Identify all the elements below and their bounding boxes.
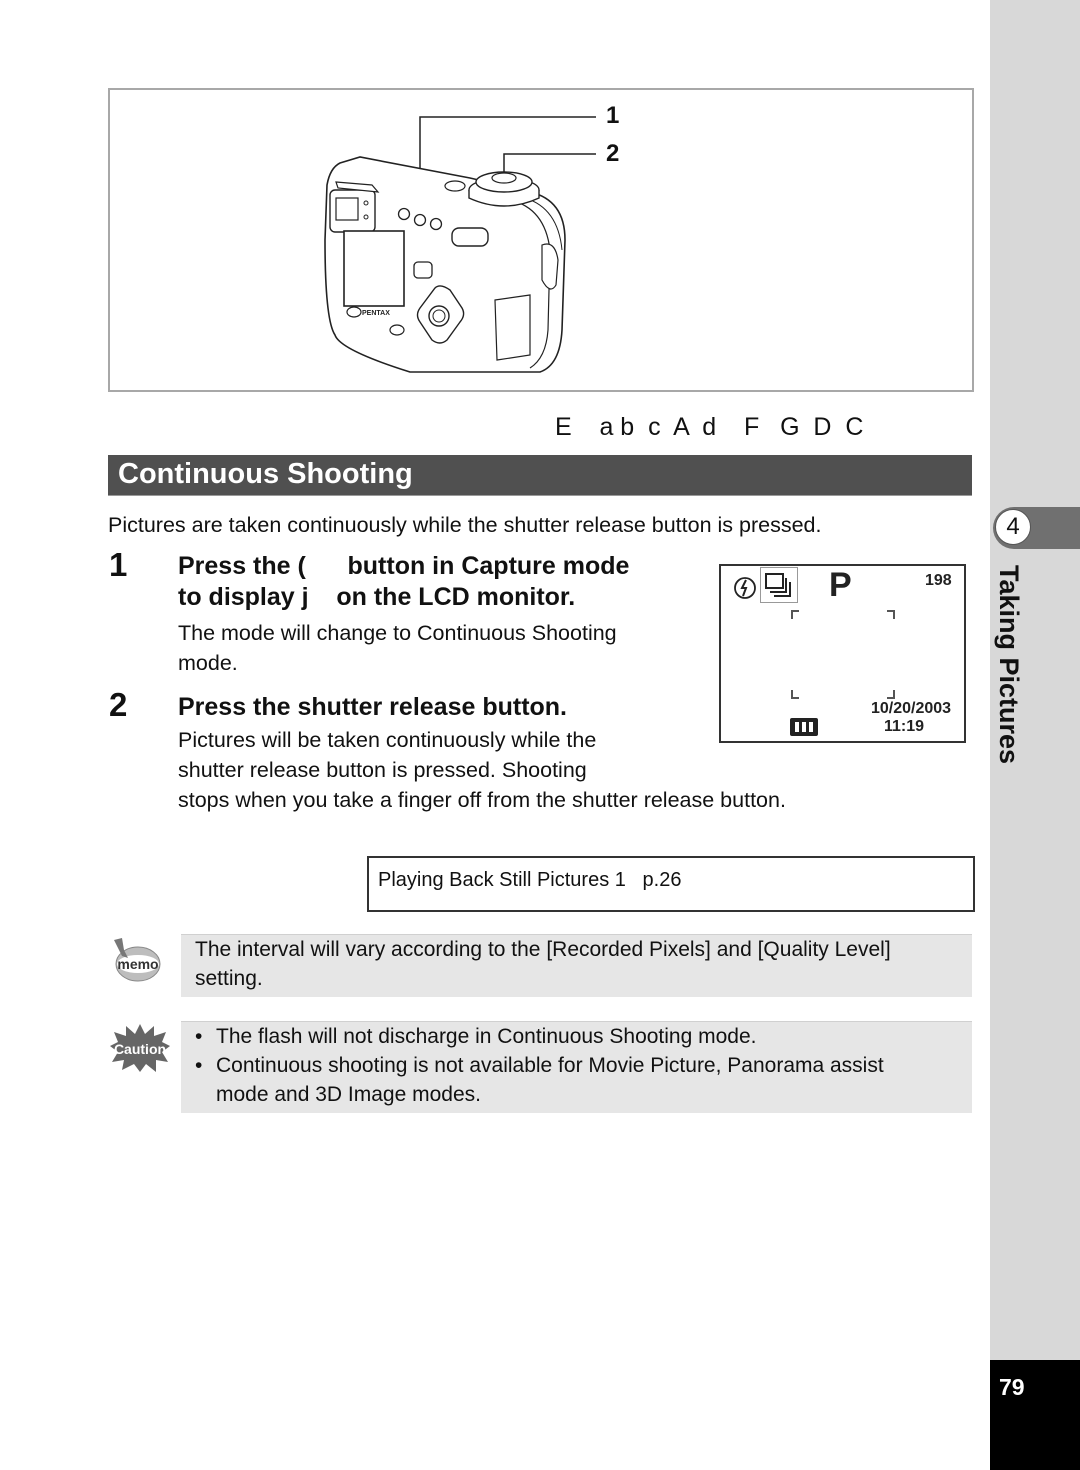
chapter-number-badge: 4 (995, 509, 1031, 545)
memo-line: The interval will vary according to the … (195, 938, 891, 961)
memo-icon: memo (108, 936, 166, 986)
chapter-title-vertical: Taking Pictures (990, 565, 1030, 785)
continuous-shooting-icon (760, 567, 798, 603)
step-1-heading-line-1: Press the ( button in Capture mode (178, 552, 630, 580)
callout-2: 2 (606, 140, 620, 167)
focus-frame-corner (791, 690, 799, 699)
bullet: • (195, 1054, 203, 1077)
step-1-heading: Press the ( button in Capture mode to di… (178, 551, 629, 613)
caution-item: • (195, 1051, 202, 1080)
lcd-monitor-display: P 198 10/20/2003 11:19 (719, 564, 966, 743)
battery-full-icon (790, 718, 818, 736)
focus-frame-corner (887, 610, 895, 619)
page-number-box: 79 (990, 1360, 1080, 1470)
chapter-title: Taking Pictures (994, 565, 1024, 765)
section-title-bar: Continuous Shooting (108, 455, 972, 496)
step-2-body-line: shutter release button is pressed. Shoot… (178, 758, 587, 782)
caution-item-line: Continuous shooting is not available for… (216, 1054, 884, 1077)
camera-illustration: PENTAX 1 2 (108, 88, 974, 392)
chapter-number: 4 (1006, 513, 1020, 540)
reference-box: Playing Back Still Pictures 1 p.26 (367, 856, 975, 912)
focus-frame-corner (887, 690, 895, 699)
focus-frame-corner (791, 610, 799, 619)
reference-link[interactable]: Playing Back Still Pictures 1 p.26 (378, 869, 681, 892)
intro-text: Pictures are taken continuously while th… (108, 513, 822, 537)
glyph-key-line: E a b c A d F G D C (555, 413, 864, 441)
brand-logo: PENTAX (362, 310, 390, 317)
callout-1: 1 (606, 102, 620, 129)
lcd-mode: P (829, 566, 852, 604)
step-2-heading: Press the shutter release button. (178, 693, 568, 721)
step-2-number: 2 (109, 686, 128, 723)
step-1-body: The mode will change to Continuous Shoot… (178, 618, 617, 678)
step-1-heading-line-2: to display j on the LCD monitor. (178, 583, 576, 611)
memo-line: setting. (195, 967, 263, 990)
memo-text: The interval will vary according to the … (195, 935, 891, 993)
step-2-body-line: stops when you take a finger off from th… (178, 788, 786, 812)
caution-item-text: The flash will not discharge in Continuo… (216, 1025, 757, 1048)
page-number: 79 (999, 1374, 1025, 1400)
caution-box: • The flash will not discharge in Contin… (181, 1021, 972, 1113)
step-2-body: Pictures will be taken continuously whil… (178, 725, 786, 815)
step-2-body-line: Pictures will be taken continuously whil… (178, 728, 597, 752)
memo-badge-text: memo (117, 956, 158, 972)
caution-item: • (195, 1022, 202, 1051)
caution-item-text: Continuous shooting is not available for… (216, 1051, 884, 1109)
step-1-body-line: The mode will change to Continuous Shoot… (178, 621, 617, 645)
caution-item-line: mode and 3D Image modes. (216, 1083, 481, 1106)
caution-badge-text: Caution (114, 1041, 166, 1057)
memo-box: The interval will vary according to the … (181, 934, 972, 997)
lcd-shots-remaining: 198 (925, 572, 952, 589)
step-1-number: 1 (109, 546, 128, 583)
step-1-body-line: mode. (178, 651, 238, 675)
lcd-date: 10/20/2003 (871, 700, 952, 717)
camera-drawing: PENTAX (324, 116, 596, 373)
caution-icon: Caution (108, 1022, 172, 1074)
lcd-time: 11:19 (884, 718, 925, 735)
bullet: • (195, 1025, 203, 1048)
section-title: Continuous Shooting (118, 458, 413, 490)
